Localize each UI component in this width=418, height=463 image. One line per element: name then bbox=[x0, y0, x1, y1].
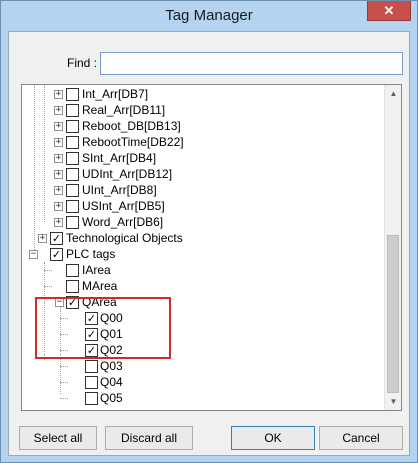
tree-checkbox[interactable] bbox=[66, 280, 79, 293]
window-title: Tag Manager bbox=[165, 7, 253, 24]
tree-line bbox=[44, 286, 52, 287]
tree-item-label: MArea bbox=[82, 279, 118, 293]
tree-item-label: Int_Arr[DB7] bbox=[82, 87, 149, 101]
tree-checkbox[interactable] bbox=[66, 200, 79, 213]
expand-plus-icon[interactable]: + bbox=[54, 138, 63, 147]
tree-item-label: RebootTime[DB22] bbox=[82, 135, 184, 149]
tree-checkbox-checked[interactable]: ✓ bbox=[50, 248, 63, 261]
expand-plus-icon[interactable]: + bbox=[54, 186, 63, 195]
tree-checkbox[interactable] bbox=[66, 104, 79, 117]
scroll-up-icon[interactable]: ▲ bbox=[385, 85, 401, 102]
tree-item-label: Q04 bbox=[100, 375, 123, 389]
tree-checkbox[interactable] bbox=[85, 376, 98, 389]
tree-item-label: USInt_Arr[DB5] bbox=[82, 199, 165, 213]
find-input[interactable] bbox=[100, 52, 403, 75]
tree-checkbox[interactable] bbox=[85, 392, 98, 405]
tree-item-label: Q03 bbox=[100, 359, 123, 373]
tree-checkbox[interactable] bbox=[66, 136, 79, 149]
tree-line bbox=[34, 85, 35, 254]
tree-checkbox[interactable] bbox=[66, 168, 79, 181]
expand-plus-icon[interactable]: + bbox=[54, 154, 63, 163]
tree-checkbox-checked[interactable]: ✓ bbox=[50, 232, 63, 245]
tree-checkbox[interactable] bbox=[66, 184, 79, 197]
expand-plus-icon[interactable]: + bbox=[54, 122, 63, 131]
tree-item-label: Q05 bbox=[100, 391, 123, 405]
collapse-minus-icon[interactable]: − bbox=[29, 250, 38, 259]
tree-checkbox[interactable] bbox=[66, 264, 79, 277]
scroll-down-icon[interactable]: ▼ bbox=[385, 393, 401, 410]
dialog-body: Find : + Int_Arr[DB7] + Real_Arr[DB11] +… bbox=[8, 31, 410, 456]
tag-tree: + Int_Arr[DB7] + Real_Arr[DB11] + Reboot… bbox=[21, 84, 402, 411]
tree-item-label: IArea bbox=[82, 263, 111, 277]
tree-item-label: Reboot_DB[DB13] bbox=[82, 119, 181, 133]
tree-item-label: UInt_Arr[DB8] bbox=[82, 183, 157, 197]
find-label: Find : bbox=[67, 56, 98, 70]
expand-plus-icon[interactable]: + bbox=[54, 90, 63, 99]
scrollbar-thumb[interactable] bbox=[387, 235, 399, 393]
tree-line bbox=[60, 398, 68, 399]
expand-plus-icon[interactable]: + bbox=[54, 202, 63, 211]
tree-line bbox=[44, 270, 52, 271]
tree-item-label: Real_Arr[DB11] bbox=[82, 103, 166, 117]
title-bar[interactable]: Tag Manager ✕ bbox=[1, 1, 417, 31]
expand-plus-icon[interactable]: + bbox=[54, 170, 63, 179]
tree-item-label: Word_Arr[DB6] bbox=[82, 215, 164, 229]
tree-checkbox[interactable] bbox=[66, 120, 79, 133]
tree-line bbox=[60, 382, 68, 383]
close-button[interactable]: ✕ bbox=[367, 1, 411, 21]
tree-checkbox[interactable] bbox=[66, 216, 79, 229]
expand-plus-icon[interactable]: + bbox=[54, 106, 63, 115]
tree-item-label: Technological Objects bbox=[66, 231, 183, 245]
tree-checkbox[interactable] bbox=[66, 88, 79, 101]
highlight-annotation-box bbox=[35, 297, 171, 359]
tree-item-label: UDInt_Arr[DB12] bbox=[82, 167, 173, 181]
tree-scrollbar[interactable]: ▲ ▼ bbox=[384, 85, 401, 410]
tree-item-label: SInt_Arr[DB4] bbox=[82, 151, 157, 165]
tree-item-label: PLC tags bbox=[66, 247, 116, 261]
tag-manager-window: Tag Manager ✕ Find : + Int_Arr[DB7] + Re… bbox=[0, 0, 418, 463]
expand-plus-icon[interactable]: + bbox=[54, 218, 63, 227]
tree-line bbox=[44, 85, 45, 222]
tree-checkbox[interactable] bbox=[66, 152, 79, 165]
cancel-button[interactable]: Cancel bbox=[319, 426, 403, 450]
ok-button[interactable]: OK bbox=[231, 426, 315, 450]
tree-line bbox=[60, 366, 68, 367]
select-all-button[interactable]: Select all bbox=[19, 426, 97, 450]
tree-checkbox[interactable] bbox=[85, 360, 98, 373]
tree-content: + Int_Arr[DB7] + Real_Arr[DB11] + Reboot… bbox=[22, 85, 386, 410]
expand-plus-icon[interactable]: + bbox=[38, 234, 47, 243]
discard-all-button[interactable]: Discard all bbox=[105, 426, 193, 450]
